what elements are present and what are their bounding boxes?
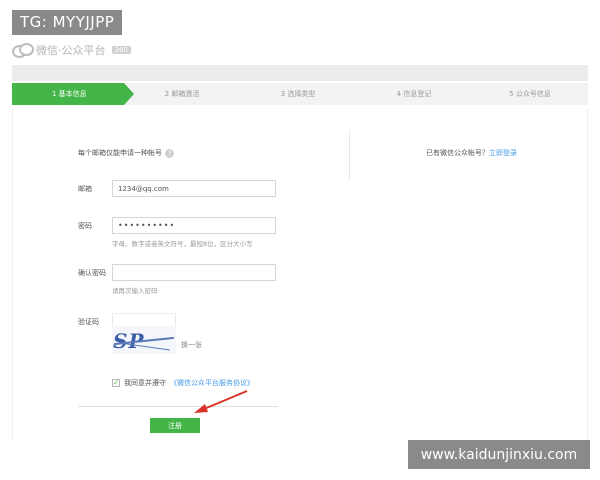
site-watermark: www.kaidunjinxiu.com: [408, 440, 590, 469]
red-arrow-annotation: [194, 390, 248, 413]
screenshot-canvas: TG: MYYJJPP 微信·公众平台 360 1 基本信息 2 邮箱激活 3 …: [0, 0, 600, 480]
arrow-head: [194, 404, 208, 413]
arrow-shaft: [203, 390, 248, 410]
